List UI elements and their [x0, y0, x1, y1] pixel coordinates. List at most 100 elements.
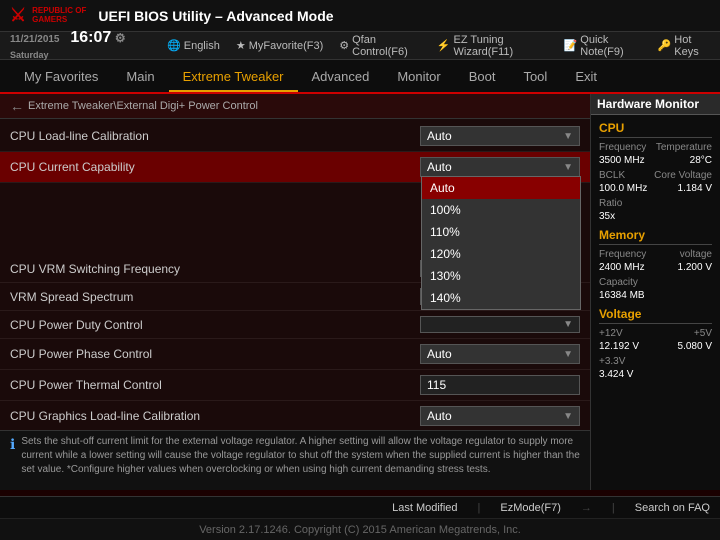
- hw-cpu-section: CPU: [599, 121, 712, 138]
- back-arrow-icon[interactable]: ←: [10, 98, 24, 114]
- logo-text: REPUBLIC OFGAMERS: [32, 7, 86, 25]
- setting-value-cpu-power-phase[interactable]: Auto ▼: [420, 344, 580, 364]
- value-text: Auto: [427, 409, 452, 423]
- dropdown-option-110[interactable]: 110%: [422, 221, 580, 243]
- setting-label-cpu-power-duty: CPU Power Duty Control: [10, 318, 420, 332]
- value-text: Auto: [427, 129, 452, 143]
- dropdown-option-120[interactable]: 120%: [422, 243, 580, 265]
- myfavorite-button[interactable]: ★ MyFavorite(F3): [236, 39, 323, 52]
- note-icon: 📝: [564, 39, 578, 52]
- breadcrumb-text: Extreme Tweaker\External Digi+ Power Con…: [28, 100, 258, 112]
- ez-tuning-label: EZ Tuning Wizard(F11): [454, 34, 548, 58]
- hw-bclk-label: BCLK: [599, 170, 625, 181]
- hw-bclk-value: 100.0 MHz: [599, 183, 647, 194]
- nav-monitor[interactable]: Monitor: [383, 63, 454, 90]
- bottom-bar: Last Modified | EzMode(F7) → | Search on…: [0, 496, 720, 518]
- hw-capacity-label: Capacity: [599, 277, 638, 288]
- ez-mode-button[interactable]: EzMode(F7): [500, 502, 561, 514]
- hw-ratio-label-row: Ratio: [599, 198, 712, 209]
- hw-v33-val-row: 3.424 V: [599, 369, 712, 380]
- language-selector[interactable]: 🌐 English: [167, 39, 220, 52]
- rog-logo-icon: ⚔: [10, 5, 26, 26]
- setting-cpu-power-duty[interactable]: CPU Power Duty Control ▼: [0, 311, 590, 339]
- value-text: 115: [427, 378, 446, 392]
- ez-tuning-button[interactable]: ⚡ EZ Tuning Wizard(F11): [437, 34, 548, 58]
- nav-extreme-tweaker[interactable]: Extreme Tweaker: [169, 63, 298, 92]
- dropdown-option-140[interactable]: 140%: [422, 287, 580, 309]
- quick-note-label: Quick Note(F9): [580, 34, 641, 58]
- nav-my-favorites[interactable]: My Favorites: [10, 63, 112, 90]
- title-bar: ⚔ REPUBLIC OFGAMERS UEFI BIOS Utility – …: [0, 0, 720, 32]
- main-layout: ← Extreme Tweaker\External Digi+ Power C…: [0, 94, 720, 490]
- setting-gpu-loadline[interactable]: CPU Graphics Load-line Calibration Auto …: [0, 401, 590, 432]
- dropdown-menu: Auto 100% 110% 120% 130% 140%: [421, 176, 581, 310]
- hw-v12-value: 12.192 V: [599, 341, 639, 352]
- hw-ratio-value: 35x: [599, 211, 615, 222]
- hardware-monitor-panel: Hardware Monitor CPU Frequency Temperatu…: [590, 94, 720, 490]
- myfavorite-label: MyFavorite(F3): [249, 40, 324, 52]
- nav-advanced[interactable]: Advanced: [298, 63, 384, 90]
- value-text: Auto: [427, 347, 452, 361]
- search-faq-button[interactable]: Search on FAQ: [635, 502, 710, 514]
- hw-core-volt-label: Core Voltage: [654, 170, 712, 181]
- time-display: 16:07: [70, 29, 111, 46]
- qfan-label: Qfan Control(F6): [352, 34, 421, 58]
- nav-tool[interactable]: Tool: [509, 63, 561, 90]
- last-modified-button[interactable]: Last Modified: [392, 502, 457, 514]
- setting-value-cpu-loadline[interactable]: Auto ▼: [420, 126, 580, 146]
- nav-main[interactable]: Main: [112, 63, 168, 90]
- hw-ratio-label: Ratio: [599, 198, 622, 209]
- hw-cpu-temp-label: Temperature: [656, 142, 712, 153]
- setting-value-cpu-thermal[interactable]: 115: [420, 375, 580, 395]
- setting-value-gpu-loadline[interactable]: Auto ▼: [420, 406, 580, 426]
- hw-mem-volt-value: 1.200 V: [678, 262, 712, 273]
- nav-bar: My Favorites Main Extreme Tweaker Advanc…: [0, 60, 720, 94]
- setting-cpu-thermal-control[interactable]: CPU Power Thermal Control 115: [0, 370, 590, 401]
- hw-mem-volt-label: voltage: [680, 249, 712, 260]
- setting-value-cpu-power-duty[interactable]: ▼: [420, 316, 580, 333]
- fan-icon: ⚙: [339, 39, 349, 52]
- hw-cpu-freq-val-row: 3500 MHz 28°C: [599, 155, 712, 166]
- dropdown-arrow-icon: ▼: [563, 349, 573, 360]
- star-icon: ★: [236, 39, 246, 52]
- dropdown-option-100[interactable]: 100%: [422, 199, 580, 221]
- setting-label-gpu-loadline: CPU Graphics Load-line Calibration: [10, 409, 420, 423]
- nav-boot[interactable]: Boot: [455, 63, 510, 90]
- hw-core-volt-value: 1.184 V: [678, 183, 712, 194]
- nav-exit[interactable]: Exit: [561, 63, 611, 90]
- setting-value-cpu-current[interactable]: Auto ▼ Auto 100% 110% 120% 130% 140%: [420, 157, 580, 177]
- datetime-display: 11/21/2015 16:07 ⚙ Saturday: [10, 29, 151, 62]
- info-icon: ℹ: [10, 436, 15, 453]
- hw-mem-labels: Frequency voltage: [599, 249, 712, 260]
- dropdown-arrow-icon: ▼: [563, 411, 573, 422]
- hot-keys-button[interactable]: 🔑 Hot Keys: [658, 34, 710, 58]
- hw-v33-label: +3.3V: [599, 356, 625, 367]
- version-bar: Version 2.17.1246. Copyright (C) 2015 Am…: [0, 518, 720, 540]
- hw-memory-section: Memory: [599, 228, 712, 245]
- setting-cpu-power-phase[interactable]: CPU Power Phase Control Auto ▼: [0, 339, 590, 370]
- hw-cpu-freq-row: Frequency Temperature: [599, 142, 712, 153]
- value-text: Auto: [427, 160, 452, 174]
- dropdown-option-130[interactable]: 130%: [422, 265, 580, 287]
- globe-icon: 🌐: [167, 39, 181, 52]
- quick-note-button[interactable]: 📝 Quick Note(F9): [564, 34, 642, 58]
- dropdown-arrow-icon: ▼: [563, 162, 573, 173]
- setting-label-cpu-loadline: CPU Load-line Calibration: [10, 129, 420, 143]
- hw-mem-freq-value: 2400 MHz: [599, 262, 645, 273]
- hw-v5-label: +5V: [694, 328, 712, 339]
- hw-monitor-title: Hardware Monitor: [591, 94, 720, 115]
- hw-ratio-val-row: 35x: [599, 211, 712, 222]
- hw-cpu-freq-value: 3500 MHz: [599, 155, 645, 166]
- setting-cpu-current-capability[interactable]: CPU Current Capability Auto ▼ Auto 100% …: [0, 152, 590, 183]
- language-label: English: [184, 40, 220, 52]
- dropdown-option-auto[interactable]: Auto: [422, 177, 580, 199]
- logo-area: ⚔ REPUBLIC OFGAMERS: [10, 5, 86, 26]
- info-text: Sets the shut-off current limit for the …: [21, 435, 580, 477]
- setting-label-cpu-current: CPU Current Capability: [10, 160, 420, 174]
- setting-cpu-loadline[interactable]: CPU Load-line Calibration Auto ▼: [0, 121, 590, 152]
- hw-v12-v5-values: 12.192 V 5.080 V: [599, 341, 712, 352]
- hw-bclk-val-row: 100.0 MHz 1.184 V: [599, 183, 712, 194]
- qfan-button[interactable]: ⚙ Qfan Control(F6): [339, 34, 421, 58]
- date-display: 11/21/2015: [10, 34, 60, 45]
- hw-bclk-row: BCLK Core Voltage: [599, 170, 712, 181]
